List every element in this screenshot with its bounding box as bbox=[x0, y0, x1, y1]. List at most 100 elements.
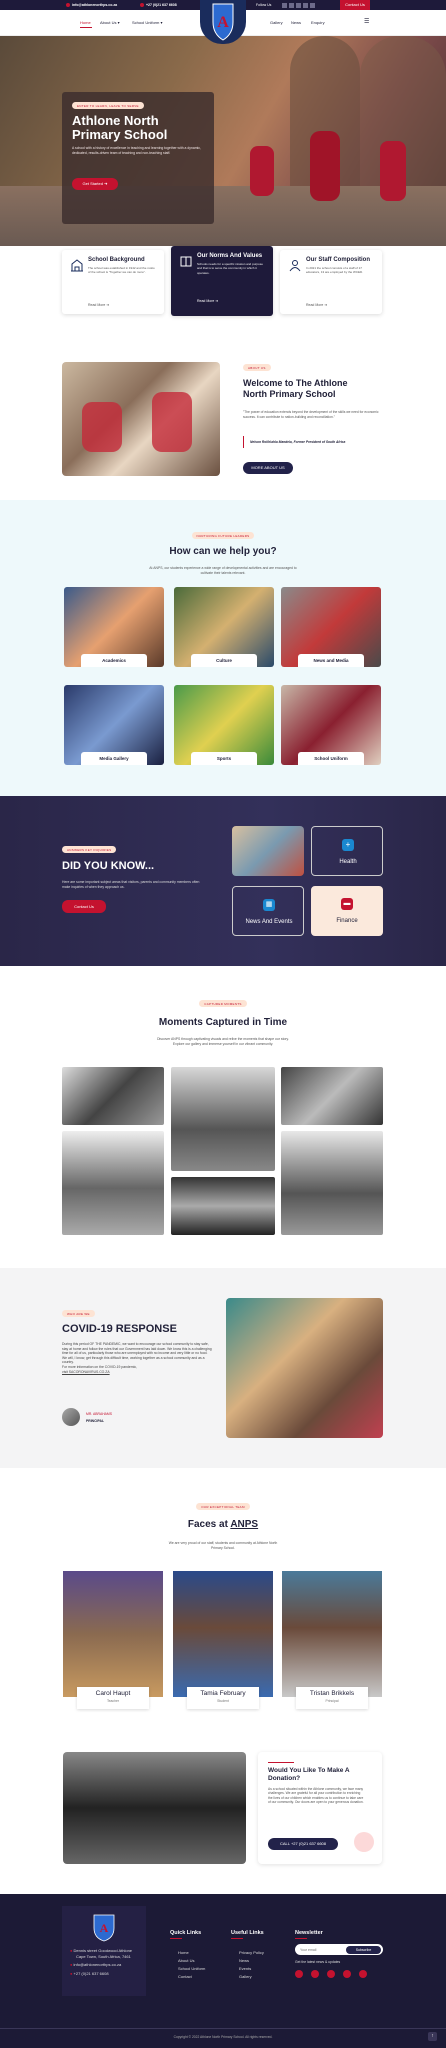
linkedin-icon[interactable] bbox=[359, 1970, 367, 1978]
more-about-us-button[interactable]: MORE ABOUT US bbox=[243, 462, 293, 474]
gallery-photo[interactable] bbox=[62, 1131, 164, 1235]
classroom-photo bbox=[62, 362, 220, 476]
donation-accent bbox=[268, 1762, 294, 1763]
hero-card: ENTER TO LEARN, LEAVE TO SERVE Athlone N… bbox=[62, 92, 214, 224]
service-card-media-gallery[interactable]: Media Gallery bbox=[64, 685, 164, 765]
quote-bar bbox=[243, 436, 244, 448]
nav-news[interactable]: News bbox=[291, 20, 301, 25]
nav-about[interactable]: About Us ▾ bbox=[100, 20, 120, 25]
hero-description: A school with a history of excellence in… bbox=[72, 146, 201, 155]
donation-card: Would You Like To Make A Donation? As a s… bbox=[258, 1752, 382, 1864]
feature-card-background[interactable]: School Background The school was establi… bbox=[62, 250, 164, 314]
get-started-button[interactable]: Get Started ➔ bbox=[72, 178, 118, 190]
dyk-box-news-events[interactable]: ▦ News And Events bbox=[232, 886, 304, 936]
service-card-culture[interactable]: Culture bbox=[174, 587, 274, 667]
read-more-link[interactable]: Read More ➔ bbox=[306, 303, 327, 307]
copyright: Copyright © 2022 Athlone North Primary S… bbox=[173, 2035, 273, 2039]
calendar-icon: ▦ bbox=[263, 899, 275, 911]
read-more-link[interactable]: Read More ➔ bbox=[88, 303, 109, 307]
feature-card-staff[interactable]: Our Staff Composition In 2021 the school… bbox=[280, 250, 382, 314]
service-label: Academics bbox=[81, 654, 147, 667]
topbar-email[interactable]: info@athlonenorthps.co.za bbox=[66, 3, 117, 8]
nav-home[interactable]: Home bbox=[80, 20, 91, 25]
gallery-photo[interactable] bbox=[62, 1067, 164, 1125]
footer-link[interactable]: School Uniform bbox=[178, 1966, 205, 1971]
faces-description: We are very proud of our staff, students… bbox=[168, 1541, 278, 1550]
team-card[interactable]: Tristan Brikkels Principal bbox=[282, 1571, 382, 1709]
footer-logo[interactable]: A bbox=[92, 1914, 116, 1942]
signature-role: PRINCIPAL bbox=[86, 1419, 105, 1423]
gallery-photo[interactable] bbox=[281, 1131, 383, 1235]
instagram-icon bbox=[303, 3, 308, 8]
about-pill: ABOUT US bbox=[243, 364, 271, 371]
gallery-photo[interactable] bbox=[171, 1067, 275, 1171]
twitter-icon[interactable] bbox=[311, 1970, 319, 1978]
nav-enquiry[interactable]: Enquiry bbox=[311, 20, 325, 25]
quote-author: Nelson Rolihlahla Mandela, Former Presid… bbox=[250, 440, 346, 444]
dyk-box-finance[interactable]: ▬ Finance bbox=[311, 886, 383, 936]
instagram-icon[interactable] bbox=[327, 1970, 335, 1978]
nav-gallery[interactable]: Gallery bbox=[270, 20, 283, 25]
donation-call-button[interactable]: CALL +27 (0)21 637 6608 bbox=[268, 1838, 338, 1850]
team-photo bbox=[173, 1571, 273, 1697]
facebook-icon[interactable] bbox=[295, 1970, 303, 1978]
useful-links-heading: Useful Links bbox=[231, 1930, 264, 1936]
gallery-photo[interactable] bbox=[171, 1177, 275, 1235]
donation-title: Would You Like To Make A Donation? bbox=[268, 1767, 350, 1782]
scroll-top-icon[interactable]: ↑ bbox=[428, 2032, 437, 2041]
welcome-quote: "The power of education extends beyond t… bbox=[243, 410, 379, 419]
footer-link[interactable]: Events bbox=[239, 1966, 251, 1971]
footer-link[interactable]: Gallery bbox=[239, 1974, 252, 1979]
quick-links-heading: Quick Links bbox=[170, 1930, 202, 1936]
footer-link[interactable]: Privacy Policy bbox=[239, 1950, 264, 1955]
svg-text:A: A bbox=[217, 14, 229, 31]
hero-pill: ENTER TO LEARN, LEAVE TO SERVE bbox=[72, 102, 144, 109]
footer-address-2: Cape Town, South Africa, 7461 bbox=[76, 1954, 131, 1959]
nav-school-uniform[interactable]: School Uniform ▾ bbox=[132, 20, 162, 25]
dyk-box-label: News And Events bbox=[245, 919, 293, 925]
footer-link[interactable]: Home bbox=[178, 1950, 189, 1955]
footer-email[interactable]: ● info@athlonenorthps.co.za bbox=[70, 1962, 121, 1967]
dyk-contact-button[interactable]: Contact Us bbox=[62, 900, 106, 913]
facebook-icon bbox=[282, 3, 287, 8]
team-name-box: Carol Haupt Teacher bbox=[77, 1687, 149, 1709]
services-description: At ANPS, our students experience a wide … bbox=[149, 566, 297, 575]
gallery-photo[interactable] bbox=[281, 1067, 383, 1125]
dyk-box-health[interactable]: + Health bbox=[311, 826, 383, 876]
footer-address-1: ● Dennis street Goodwood Athlone bbox=[70, 1948, 133, 1953]
follow-label: Follow Us bbox=[256, 3, 272, 7]
people-icon bbox=[289, 260, 301, 272]
service-card-academics[interactable]: Academics bbox=[64, 587, 164, 667]
svg-text:A: A bbox=[100, 1921, 109, 1935]
wallet-icon: ▬ bbox=[341, 898, 353, 910]
hero-student bbox=[250, 146, 274, 196]
team-card[interactable]: Tamia February Student bbox=[173, 1571, 273, 1709]
team-card[interactable]: Carol Haupt Teacher bbox=[63, 1571, 163, 1709]
school-logo[interactable]: A bbox=[200, 0, 246, 44]
classroom-covid-photo bbox=[226, 1298, 383, 1438]
footer-link[interactable]: Contact bbox=[178, 1974, 192, 1979]
team-name-box: Tamia February Student bbox=[187, 1687, 259, 1709]
footer-link[interactable]: About Us bbox=[178, 1958, 194, 1963]
service-label: Culture bbox=[191, 654, 257, 667]
donation-photo bbox=[63, 1752, 246, 1864]
service-card-school-uniform[interactable]: School Uniform bbox=[281, 685, 381, 765]
footer-link[interactable]: News bbox=[239, 1958, 249, 1963]
team-photo bbox=[63, 1571, 163, 1697]
menu-icon[interactable]: ☰ bbox=[364, 18, 369, 25]
service-card-news-media[interactable]: News and Media bbox=[281, 587, 381, 667]
service-card-sports[interactable]: Sports bbox=[174, 685, 274, 765]
service-label: News and Media bbox=[298, 654, 364, 667]
feature-card-norms[interactable]: Our Norms And Values Schools needs for a… bbox=[171, 246, 273, 316]
contact-us-button[interactable]: Contact Us bbox=[340, 0, 370, 10]
team-name-box: Tristan Brikkels Principal bbox=[296, 1687, 368, 1709]
subscribe-button[interactable]: Subscribe bbox=[346, 1945, 381, 1954]
youtube-icon[interactable] bbox=[343, 1970, 351, 1978]
active-underline bbox=[80, 27, 92, 28]
book-icon bbox=[180, 256, 192, 267]
read-more-link[interactable]: Read More ➔ bbox=[197, 299, 218, 303]
services-title: How can we help you? bbox=[169, 546, 277, 557]
social-icons[interactable] bbox=[282, 3, 317, 8]
footer-phone[interactable]: ● +27 (0)21 637 6608 bbox=[70, 1971, 109, 1976]
topbar-phone[interactable]: +27 (0)21 637 6608 bbox=[140, 3, 177, 8]
